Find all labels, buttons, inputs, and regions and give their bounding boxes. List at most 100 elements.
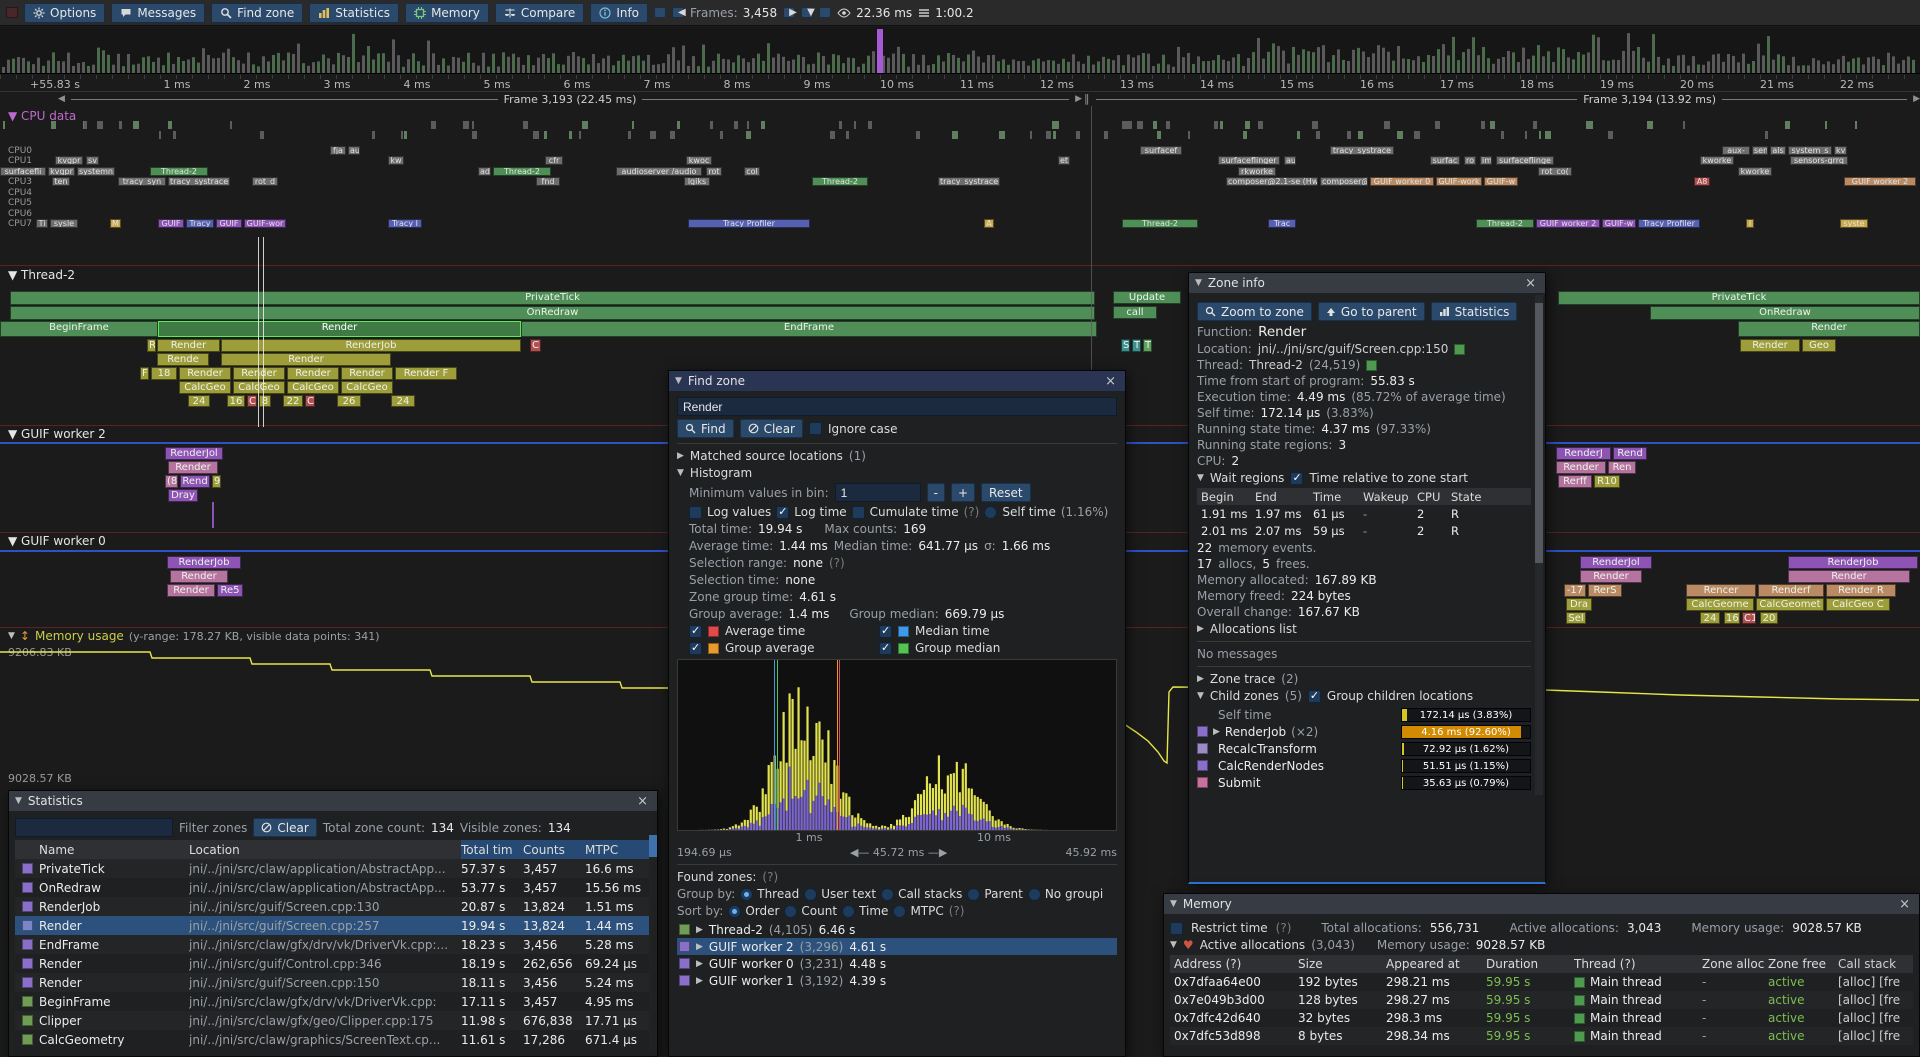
- expand-arrow-icon[interactable]: ▶: [696, 942, 703, 952]
- timeline-zone[interactable]: tracy_systrace: [1330, 146, 1394, 155]
- timeline-zone[interactable]: Render: [157, 339, 220, 352]
- options-button[interactable]: Options: [24, 3, 105, 23]
- timeline-zone[interactable]: PrivateTick: [1558, 291, 1920, 305]
- timeline-zone[interactable]: GUIF worker 2: [1844, 177, 1916, 186]
- timeline-zone[interactable]: 8: [259, 395, 271, 407]
- timeline-zone[interactable]: CalcGeo C: [1826, 598, 1890, 611]
- wait-region-row[interactable]: 2.01 ms2.07 ms59 μs-2R: [1197, 522, 1531, 539]
- info-button[interactable]: Info: [590, 3, 648, 23]
- clear-filter-button[interactable]: Clear: [253, 818, 316, 837]
- timeline-zone[interactable]: Renderf: [1758, 584, 1824, 597]
- timeline-zone[interactable]: Render: [341, 367, 393, 380]
- timeline-zone[interactable]: Trac: [1268, 219, 1296, 228]
- timeline-zone[interactable]: CalcGeo: [341, 381, 393, 394]
- radio-icon[interactable]: [740, 888, 753, 901]
- expand-arrow-icon[interactable]: ▶: [1213, 727, 1220, 737]
- legend-checkbox[interactable]: [689, 642, 702, 655]
- radio-icon[interactable]: [784, 905, 797, 918]
- increment-button[interactable]: +: [951, 483, 975, 502]
- timeline-zone[interactable]: Ren: [1608, 461, 1636, 474]
- timeline-zone[interactable]: RenderJob: [221, 339, 521, 352]
- timeline-zone[interactable]: Ti: [36, 219, 48, 228]
- radio-icon[interactable]: [967, 888, 980, 901]
- timeline-zone[interactable]: Tracy: [186, 219, 214, 228]
- next-frame-button[interactable]: ▶: [783, 7, 795, 18]
- timeline-zone[interactable]: Tracy Profiler: [1638, 219, 1700, 228]
- timeline-zone[interactable]: kvgpr: [55, 156, 83, 165]
- timeline-zone[interactable]: Thread-2: [812, 177, 868, 186]
- window-titlebar[interactable]: ▼ Statistics ×: [9, 791, 657, 811]
- col-zone-free[interactable]: Zone free: [1768, 957, 1838, 971]
- radio-icon[interactable]: [804, 888, 817, 901]
- timeline-zone[interactable]: C: [247, 395, 257, 407]
- timeline-zone[interactable]: Render: [1788, 570, 1910, 583]
- timeline-zone[interactable]: sensors-grrq: [1790, 156, 1848, 165]
- timeline-zone[interactable]: CalcGeo: [233, 381, 285, 394]
- sort-by-option[interactable]: Count: [784, 904, 837, 918]
- sort-by-option[interactable]: Order: [728, 904, 779, 918]
- timeline-zone[interactable]: sv: [86, 156, 99, 165]
- find-zone-button[interactable]: Find zone: [211, 3, 303, 23]
- legend-item[interactable]: Median time: [879, 624, 1069, 638]
- timeline-zone[interactable]: composer@2.1-se (Hw: [1226, 177, 1318, 186]
- cumulate-checkbox[interactable]: [852, 506, 865, 519]
- timeline-zone[interactable]: M: [110, 219, 121, 228]
- expand-arrow-icon[interactable]: ▶: [696, 959, 703, 969]
- timeline-zone[interactable]: 24: [188, 395, 210, 407]
- timeline-zone[interactable]: Render: [221, 353, 391, 366]
- expand-arrow-icon[interactable]: ▶: [1197, 674, 1204, 684]
- child-zone-row[interactable]: RecalcTransform 72.92 μs (1.62%): [1197, 740, 1531, 757]
- scroll-thumb[interactable]: [1535, 303, 1543, 563]
- timeline-zone[interactable]: ad: [478, 167, 491, 176]
- timeline-zone[interactable]: R10: [1594, 475, 1620, 488]
- allocations-table-header[interactable]: Address (?) Size Appeared at Duration Th…: [1170, 955, 1913, 973]
- timeline-zone[interactable]: Rende: [157, 353, 209, 366]
- child-zone-row[interactable]: Self time 172.14 μs (3.83%): [1197, 706, 1531, 723]
- timeline-zone[interactable]: OnRedraw: [1650, 306, 1920, 320]
- collapse-arrow-icon[interactable]: ▼: [677, 468, 684, 478]
- timeline-zone[interactable]: cfr: [545, 156, 563, 165]
- timeline-zone[interactable]: aux-: [1722, 146, 1750, 155]
- timeline-zone[interactable]: RenderJob: [1788, 556, 1918, 569]
- timeline-zone[interactable]: C1: [1742, 612, 1756, 624]
- expand-arrow-icon[interactable]: ▶: [696, 925, 703, 935]
- timeline-zone[interactable]: Rerff: [1558, 475, 1592, 488]
- timeline-zone[interactable]: Rend: [1613, 447, 1647, 460]
- timeline-zone[interactable]: als: [1770, 146, 1786, 155]
- column-name[interactable]: Name: [39, 843, 189, 857]
- find-zone-window[interactable]: ▼ Find zone × Find Clear Ignore case ▶Ma…: [668, 370, 1126, 1057]
- radio-icon[interactable]: [893, 905, 906, 918]
- allocation-row[interactable]: 0x7dfc42d640 32 bytes 298.3 ms 59.95 s M…: [1170, 1009, 1913, 1027]
- timeline-zone[interactable]: Render: [158, 321, 521, 337]
- collapse-arrow-icon[interactable]: ▼: [1197, 473, 1204, 483]
- timeline-zone[interactable]: au: [348, 146, 360, 155]
- timeline-zone[interactable]: RerS: [1588, 584, 1622, 597]
- timeline-zone[interactable]: surfac: [1430, 156, 1460, 165]
- timeline-zone[interactable]: Render: [170, 570, 228, 583]
- group-by-option[interactable]: Call stacks: [881, 887, 962, 901]
- legend-checkbox[interactable]: [879, 642, 892, 655]
- timeline-zone[interactable]: ro: [1464, 156, 1476, 165]
- timeline-zone[interactable]: GUIF worker 2: [1536, 219, 1600, 228]
- timeline-zone[interactable]: -17: [1564, 584, 1586, 597]
- timeline-section-header[interactable]: ▼ Thread-2: [8, 268, 75, 282]
- column-location[interactable]: Location: [189, 843, 461, 857]
- sort-by-option[interactable]: MTPC: [893, 904, 943, 918]
- help-icon[interactable]: (?): [1276, 921, 1292, 935]
- self-time-radio[interactable]: [984, 506, 997, 519]
- legend-item[interactable]: Group average: [689, 641, 879, 655]
- found-zone-group[interactable]: ▶ GUIF worker 0 (3,231) 4.48 s: [677, 955, 1117, 972]
- timeline-zone[interactable]: rkworke: [1238, 167, 1276, 176]
- found-zone-group[interactable]: ▶ Thread-2 (4,105) 6.46 s: [677, 921, 1117, 938]
- memory-window[interactable]: ▼ Memory × Restrict time(?) Total alloca…: [1163, 893, 1920, 1057]
- goto-frame-button[interactable]: [819, 7, 831, 18]
- statistics-row[interactable]: Render jni/../jni/src/guif/Screen.cpp:25…: [15, 916, 651, 935]
- timeline-zone[interactable]: CalcGeo: [179, 381, 231, 394]
- timeline-zone[interactable]: kworke: [1738, 167, 1772, 176]
- timeline-zone[interactable]: 18: [151, 367, 177, 380]
- timeline-zone[interactable]: surfaceflinger: [1218, 156, 1280, 165]
- statistics-row[interactable]: OnRedraw jni/../jni/src/claw/application…: [15, 878, 651, 897]
- timeline-zone[interactable]: 24: [1700, 612, 1720, 624]
- group-by-option[interactable]: User text: [804, 887, 876, 901]
- messages-button[interactable]: Messages: [111, 3, 205, 23]
